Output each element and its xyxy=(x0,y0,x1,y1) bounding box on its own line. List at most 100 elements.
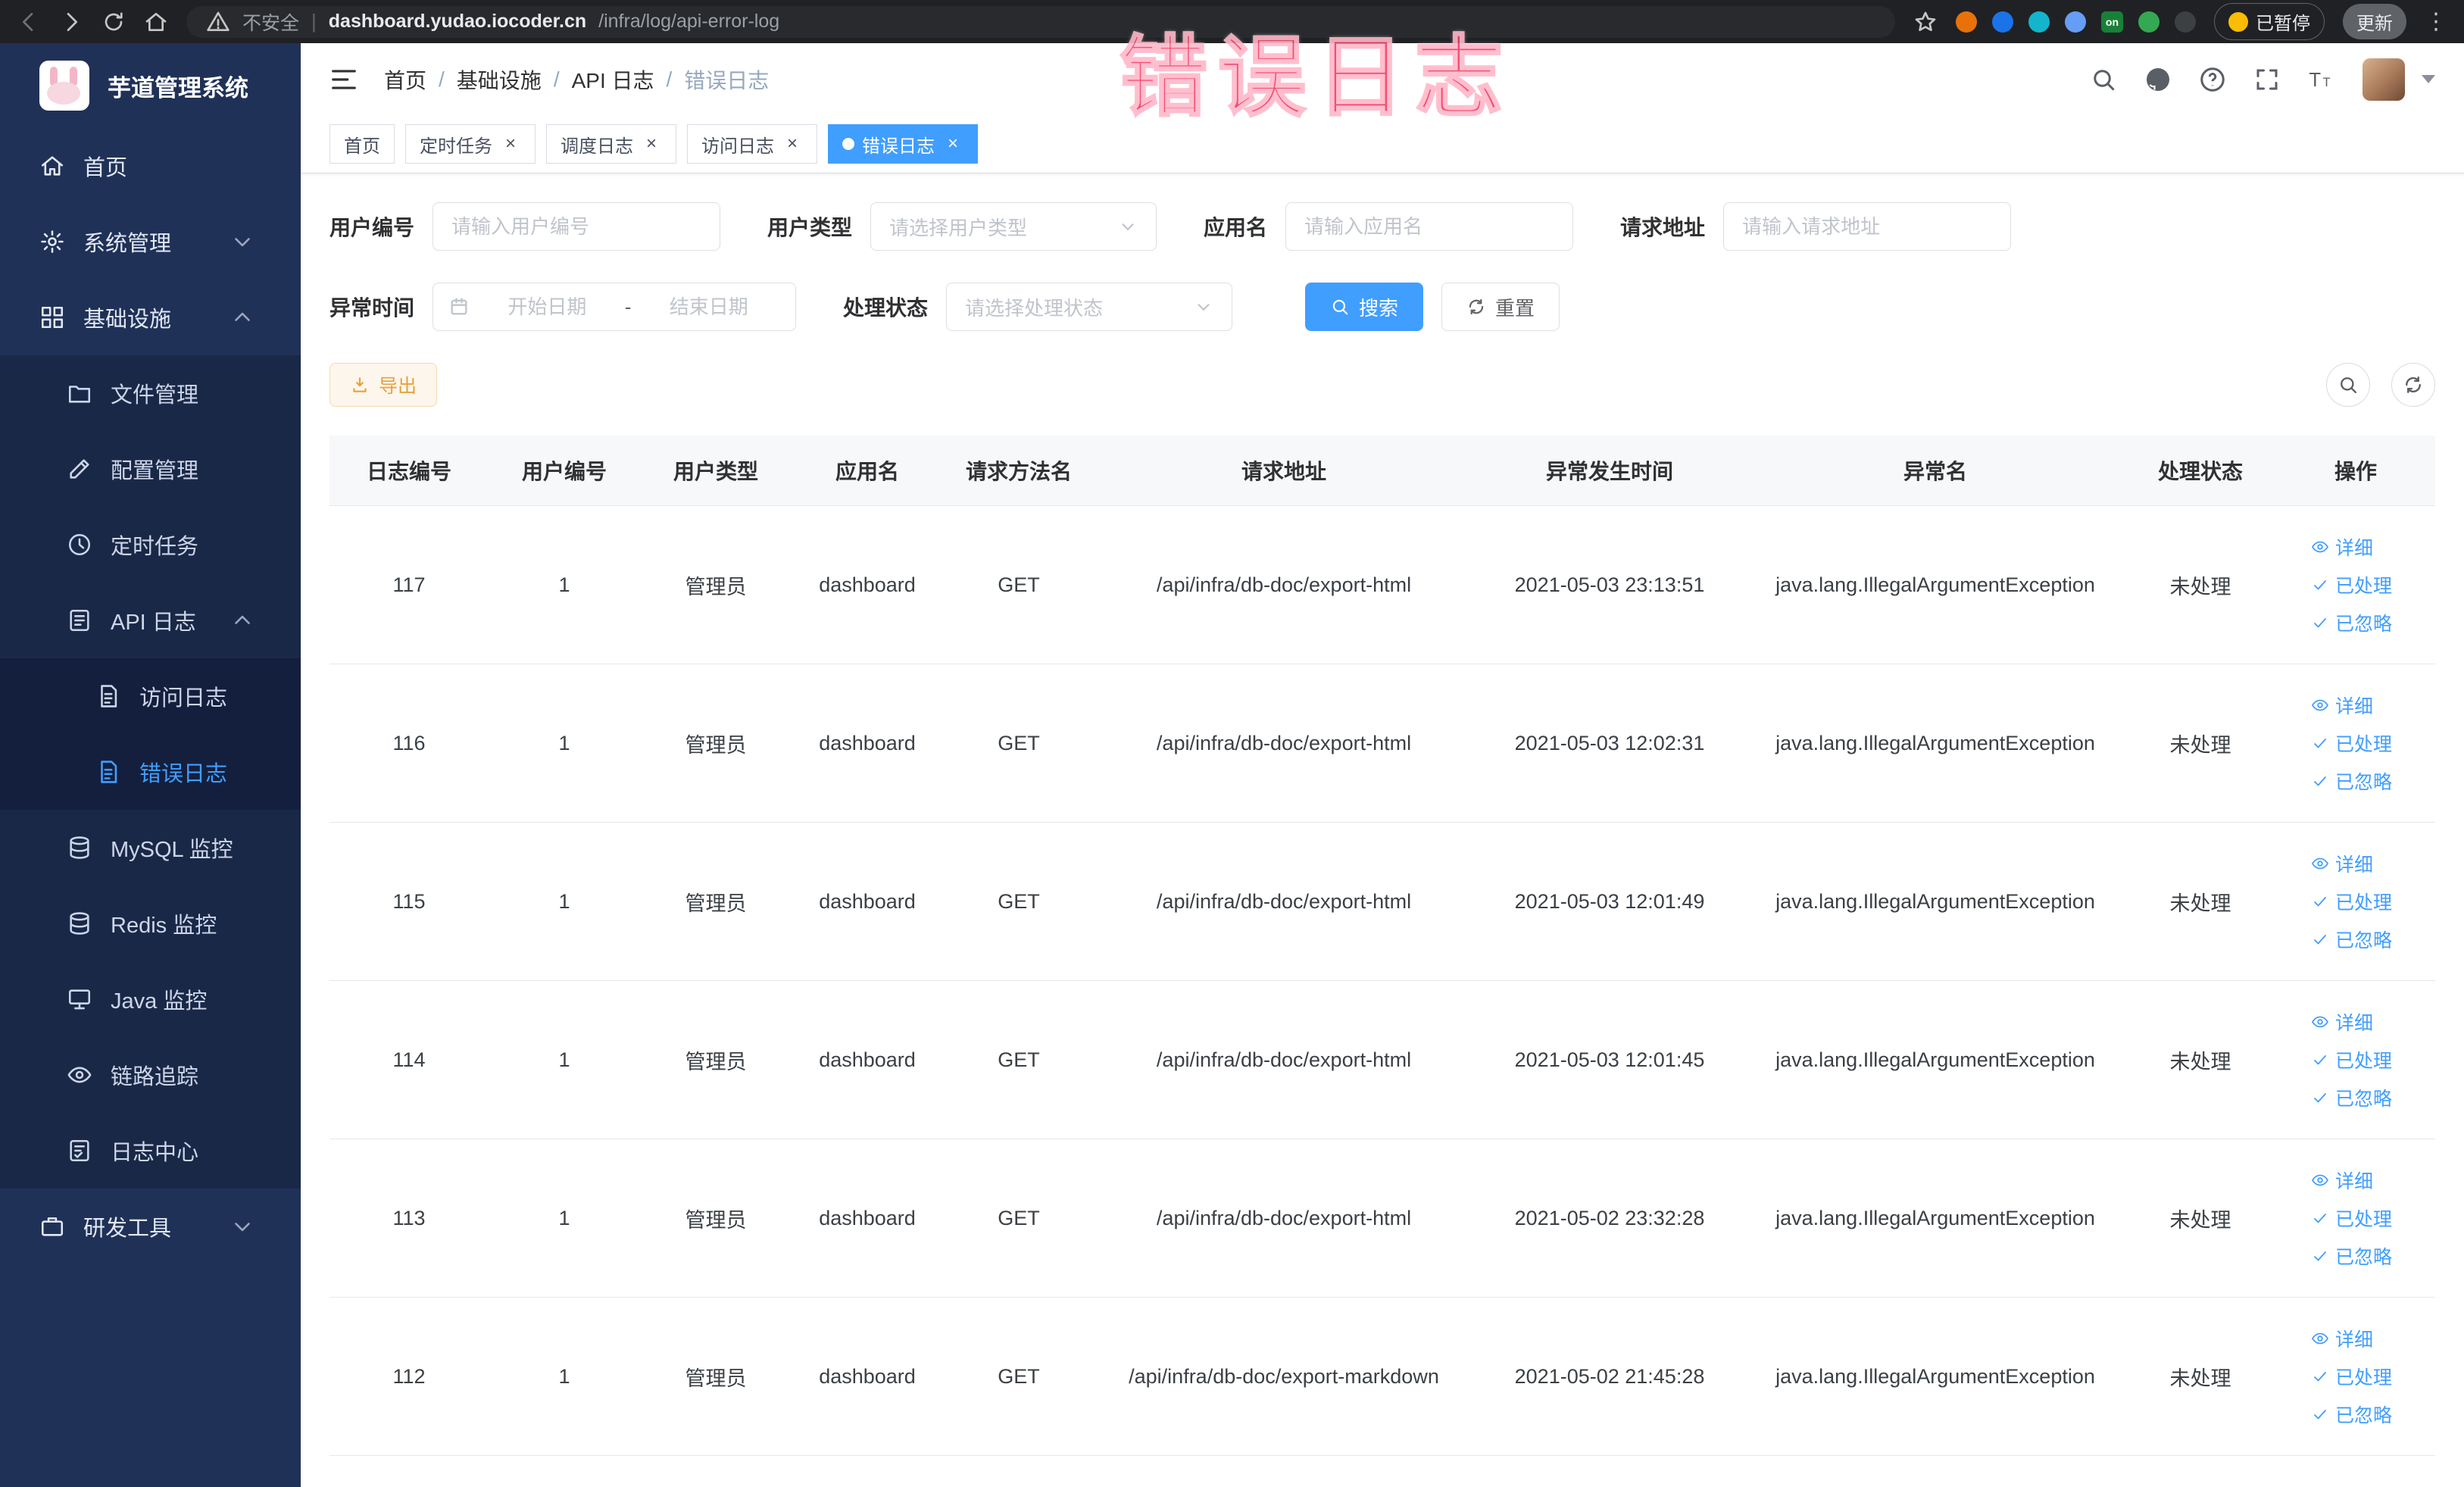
extension-green[interactable] xyxy=(2138,11,2160,33)
export-button[interactable]: 导出 xyxy=(329,363,438,407)
search-icon xyxy=(1332,299,1348,315)
browser-home-icon[interactable] xyxy=(144,10,168,34)
processed-link[interactable]: 已处理 xyxy=(2311,571,2400,598)
browser-reload-icon[interactable] xyxy=(101,10,126,34)
avatar[interactable] xyxy=(2363,58,2405,101)
user-id-input[interactable] xyxy=(433,202,721,251)
cell-time: 2021-05-03 23:13:51 xyxy=(1514,573,1705,596)
sidebar-item-Java 监控[interactable]: Java 监控 xyxy=(0,961,301,1037)
search-toggle-button[interactable] xyxy=(2326,363,2370,407)
ignored-link[interactable]: 已忽略 xyxy=(2311,1242,2400,1270)
detail-link[interactable]: 详细 xyxy=(2311,1325,2400,1352)
sidebar-item-定时任务[interactable]: 定时任务 xyxy=(0,507,301,583)
app-name-input[interactable] xyxy=(1285,202,1574,251)
detail-link[interactable]: 详细 xyxy=(2311,1167,2400,1194)
cell-app: dashboard xyxy=(819,1206,916,1229)
url-bar[interactable]: 不安全 | dashboard.yudao.iocoder.cn /infra/… xyxy=(186,5,1895,38)
table-row: 117 1 管理员 dashboard GET/api/infra/db-doc/exp… xyxy=(329,506,2435,664)
search-button[interactable]: 搜索 xyxy=(1305,283,1424,331)
end-date-input[interactable] xyxy=(637,295,781,319)
process-status-select[interactable]: 请选择处理状态 xyxy=(946,283,1233,331)
processed-link[interactable]: 已处理 xyxy=(2311,1204,2400,1232)
detail-link[interactable]: 详细 xyxy=(2311,1008,2400,1036)
gear-icon xyxy=(41,230,64,253)
sidebar-item-API 日志[interactable]: API 日志 xyxy=(0,583,301,658)
breadcrumb-item[interactable]: 首页 xyxy=(384,64,426,95)
ignored-link[interactable]: 已忽略 xyxy=(2311,926,2400,953)
column-header: 异常名 xyxy=(1903,460,1967,483)
ignored-link[interactable]: 已忽略 xyxy=(2311,1084,2400,1111)
extension-on-badge[interactable]: on xyxy=(2100,11,2123,33)
sidebar-item-日志中心[interactable]: 日志中心 xyxy=(0,1113,301,1189)
app-root: 芋道管理系统 首页 系统管理 基础设施 文件管理 配置管理 定时任务 API 日志 访问日志错… xyxy=(0,43,2464,1487)
navbar-actions: TT xyxy=(2090,58,2435,101)
breadcrumb-item[interactable]: 基础设施 xyxy=(457,64,542,95)
sidebar-item-错误日志[interactable]: 错误日志 xyxy=(0,734,301,810)
ignored-link[interactable]: 已忽略 xyxy=(2311,1401,2400,1428)
search-icon xyxy=(2341,377,2357,394)
sidebar-item-访问日志[interactable]: 访问日志 xyxy=(0,658,301,734)
sidebar-item-文件管理[interactable]: 文件管理 xyxy=(0,355,301,431)
tab-首页[interactable]: 首页 xyxy=(329,124,395,164)
update-button[interactable]: 更新 xyxy=(2343,4,2406,39)
fullscreen-icon[interactable] xyxy=(2253,66,2281,93)
processed-link[interactable]: 已处理 xyxy=(2311,729,2400,757)
search-icon[interactable] xyxy=(2090,66,2117,93)
avatar-caret-icon[interactable] xyxy=(2422,75,2435,83)
error-log-table: 日志编号 用户编号 用户类型 应用名 请求方法名 请求地址 异常发生时间 异常名 处理状态 操作 … xyxy=(329,436,2435,1456)
processed-link[interactable]: 已处理 xyxy=(2311,888,2400,915)
trace-icon xyxy=(67,1067,92,1083)
help-icon[interactable] xyxy=(2199,66,2226,93)
detail-link[interactable]: 详细 xyxy=(2311,533,2400,561)
tab-定时任务[interactable]: 定时任务 × xyxy=(405,124,536,164)
sidebar-item-系统管理[interactable]: 系统管理 xyxy=(0,204,301,280)
extension-teal[interactable] xyxy=(2028,11,2050,33)
extension-red[interactable] xyxy=(1955,11,1977,33)
processed-link[interactable]: 已处理 xyxy=(2311,1363,2400,1390)
tab-close-icon[interactable]: × xyxy=(782,133,803,155)
tab-close-icon[interactable]: × xyxy=(641,133,662,155)
bookmark-star-icon[interactable] xyxy=(1913,10,1938,34)
ignored-link[interactable]: 已忽略 xyxy=(2311,609,2400,636)
sidebar-item-链路追踪[interactable]: 链路追踪 xyxy=(0,1037,301,1113)
tab-访问日志[interactable]: 访问日志 × xyxy=(687,124,817,164)
breadcrumb-item[interactable]: API 日志 xyxy=(572,64,654,95)
ignored-label: 已忽略 xyxy=(2335,614,2393,635)
tab-调度日志[interactable]: 调度日志 × xyxy=(546,124,676,164)
sidebar-toggle-icon[interactable] xyxy=(329,65,358,94)
browser-forward-icon[interactable] xyxy=(59,10,83,34)
tab-close-icon[interactable]: × xyxy=(942,133,963,155)
logo-row[interactable]: 芋道管理系统 xyxy=(0,43,301,128)
processed-link[interactable]: 已处理 xyxy=(2311,1046,2400,1073)
check-icon xyxy=(2314,1055,2326,1065)
detail-link[interactable]: 详细 xyxy=(2311,850,2400,877)
paused-badge[interactable]: 已暂停 xyxy=(2214,3,2325,40)
ignored-link[interactable]: 已忽略 xyxy=(2311,767,2400,795)
refresh-button[interactable] xyxy=(2391,363,2435,407)
browser-menu-icon[interactable]: ⋮ xyxy=(2425,8,2447,35)
browser-back-icon[interactable] xyxy=(17,10,41,34)
detail-link[interactable]: 详细 xyxy=(2311,692,2400,719)
tab-close-icon[interactable]: × xyxy=(500,133,521,155)
date-range-picker[interactable]: - xyxy=(433,283,797,331)
reset-button[interactable]: 重置 xyxy=(1441,283,1560,331)
extension-grid[interactable] xyxy=(2064,11,2086,33)
github-icon[interactable] xyxy=(2144,66,2172,93)
extension-dark[interactable] xyxy=(2175,11,2196,33)
start-date-input[interactable] xyxy=(476,295,619,319)
font-size-icon[interactable]: TT xyxy=(2308,66,2335,93)
export-button-label: 导出 xyxy=(379,376,417,397)
column-header: 用户编号 xyxy=(521,460,607,483)
tab-错误日志[interactable]: 错误日志 × xyxy=(828,124,978,164)
sidebar-item-研发工具[interactable]: 研发工具 xyxy=(0,1189,301,1264)
cell-user_id: 1 xyxy=(558,1364,570,1388)
sidebar-item-Redis 监控[interactable]: Redis 监控 xyxy=(0,886,301,961)
cell-method: GET xyxy=(998,1206,1040,1229)
extension-blue[interactable] xyxy=(1991,11,2013,33)
sidebar-item-MySQL 监控[interactable]: MySQL 监控 xyxy=(0,810,301,886)
sidebar-item-配置管理[interactable]: 配置管理 xyxy=(0,431,301,507)
request-url-input[interactable] xyxy=(1723,202,2012,251)
user-type-select[interactable]: 请选择用户类型 xyxy=(870,202,1157,251)
sidebar-item-首页[interactable]: 首页 xyxy=(0,128,301,204)
sidebar-item-基础设施[interactable]: 基础设施 xyxy=(0,280,301,355)
